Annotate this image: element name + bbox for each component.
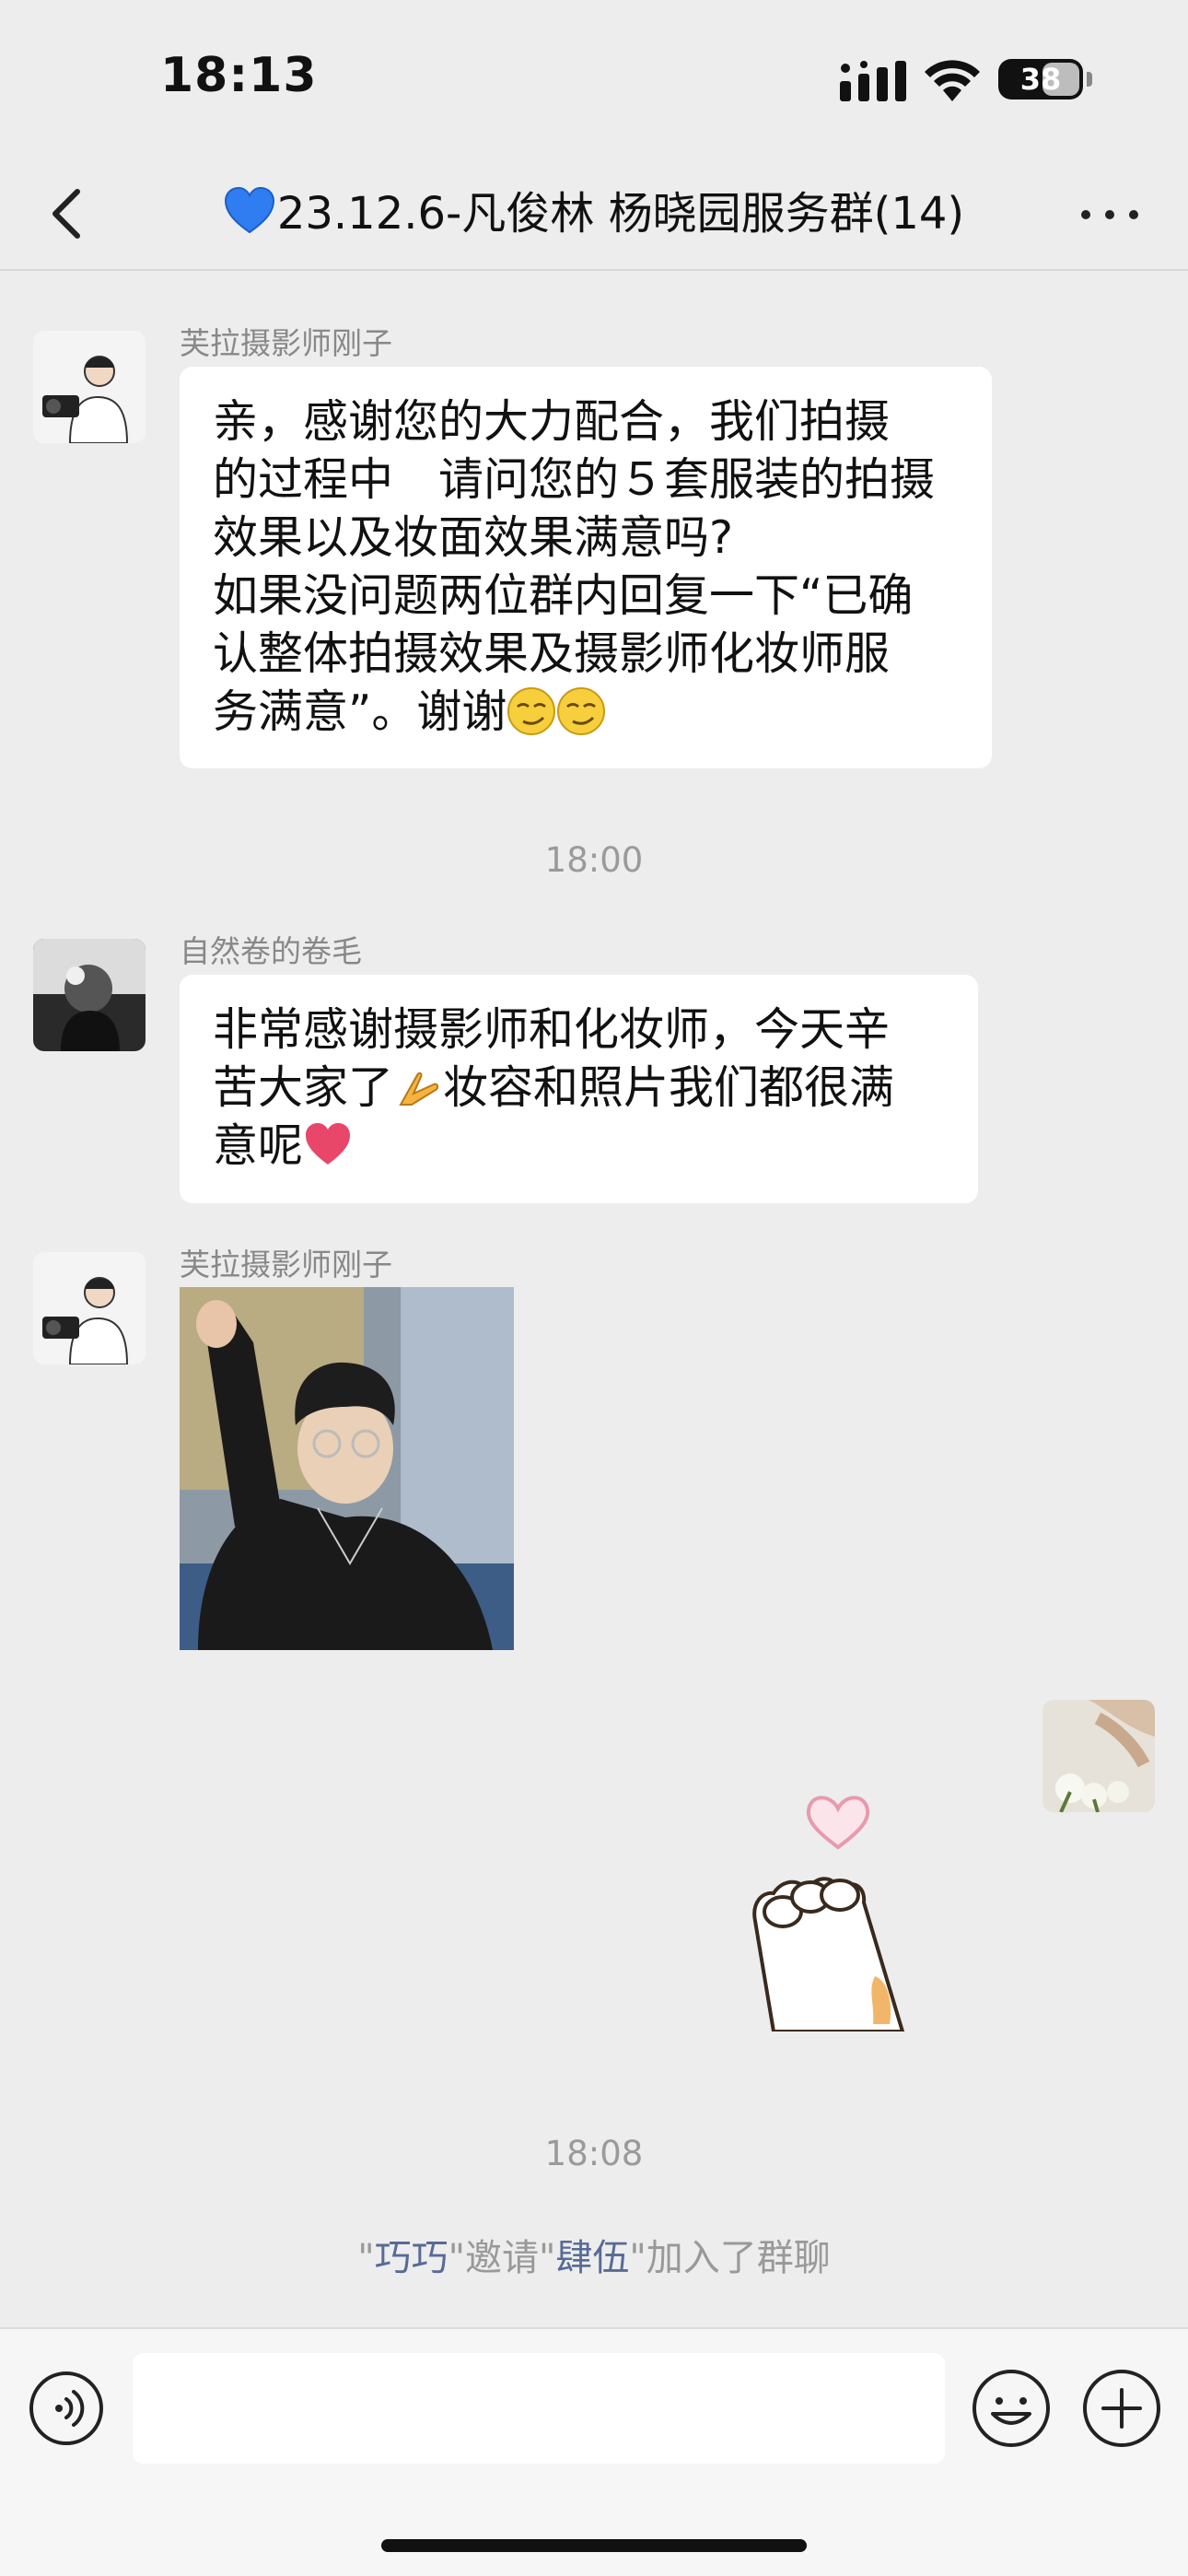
- smirk-emoji-icon: [557, 687, 606, 735]
- praying-hands-emoji-icon: [399, 1071, 439, 1106]
- paw-heart-sticker: [752, 1796, 905, 2033]
- system-message: "巧巧"邀请"肆伍"加入了群聊: [357, 2237, 831, 2279]
- more-options-button[interactable]: [1077, 188, 1142, 240]
- invitee-name[interactable]: 肆伍: [555, 2237, 629, 2279]
- photographer-avatar-image: [33, 331, 146, 443]
- home-indicator[interactable]: [381, 2539, 807, 2552]
- sender-name: 芙拉摄影师刚子: [180, 325, 392, 361]
- message-text-line: 苦大家了: [213, 1061, 394, 1114]
- timestamp: 18:08: [544, 2134, 644, 2173]
- message-bubble[interactable]: 亲，感谢您的大力配合，我们拍摄 的过程中 请问您的５套服装的拍摄 效果以及妆面效…: [180, 367, 992, 768]
- timestamp: 18:00: [544, 840, 644, 880]
- status-bar: 18:13 38: [0, 0, 1188, 157]
- back-arrow-icon[interactable]: [33, 179, 103, 249]
- message-text-line: 意呢: [213, 1119, 304, 1172]
- message-text-line: 务满意”。谢谢: [213, 685, 507, 738]
- plus-icon[interactable]: [1081, 2368, 1162, 2449]
- message-input[interactable]: [133, 2353, 945, 2464]
- message-text-line: 亲，感谢您的大力配合，我们拍摄: [213, 395, 891, 448]
- battery-level: 38: [1019, 62, 1062, 97]
- smirk-emoji-icon: [507, 687, 556, 735]
- blue-heart-icon: [224, 186, 274, 234]
- message-text-line: 认整体拍摄效果及摄影师化妆师服: [213, 627, 891, 680]
- message-text-line: 的过程中 请问您的５套服装的拍摄: [213, 453, 936, 506]
- pointing-man-photo: [180, 1287, 514, 1650]
- message-text-line: 非常感谢摄影师和化妆师，今天辛: [213, 1003, 891, 1056]
- emoji-icon[interactable]: [971, 2368, 1052, 2449]
- chat-header: 23.12.6-凡俊林 杨晓园服务群(14): [0, 157, 1188, 271]
- status-time: 18:13: [160, 48, 318, 103]
- curly-avatar-image: [33, 939, 146, 1051]
- inviter-name[interactable]: 巧巧: [375, 2237, 448, 2279]
- my-avatar-image: [1042, 1700, 1155, 1812]
- avatar-me[interactable]: [1042, 1700, 1155, 1812]
- message-bubble[interactable]: 非常感谢摄影师和化妆师，今天辛 苦大家了 妆容和照片我们都很满 意呢: [180, 975, 978, 1203]
- voice-input-icon[interactable]: [28, 2370, 105, 2447]
- message-text-line: 效果以及妆面效果满意吗?: [213, 511, 734, 564]
- sender-name: 芙拉摄影师刚子: [180, 1247, 392, 1282]
- battery-icon: 38: [998, 59, 1083, 100]
- avatar-curly[interactable]: [33, 939, 146, 1051]
- photographer-avatar-image: [33, 1252, 146, 1364]
- avatar-photographer[interactable]: [33, 331, 146, 443]
- message-text-line: 如果没问题两位群内回复一下“已确: [213, 569, 914, 622]
- message-text-line: 妆容和照片我们都很满: [443, 1061, 895, 1114]
- cellular-signal-icon: [840, 61, 906, 101]
- chat-title: 23.12.6-凡俊林 杨晓园服务群(14): [138, 157, 1050, 271]
- avatar-photographer[interactable]: [33, 1252, 146, 1364]
- wifi-icon: [925, 60, 980, 101]
- sticker-message[interactable]: [718, 1783, 939, 2033]
- sender-name: 自然卷的卷毛: [180, 933, 362, 969]
- image-message[interactable]: [180, 1287, 514, 1650]
- red-heart-emoji-icon: [306, 1123, 351, 1165]
- chat-title-text: 23.12.6-凡俊林 杨晓园服务群(14): [276, 188, 965, 240]
